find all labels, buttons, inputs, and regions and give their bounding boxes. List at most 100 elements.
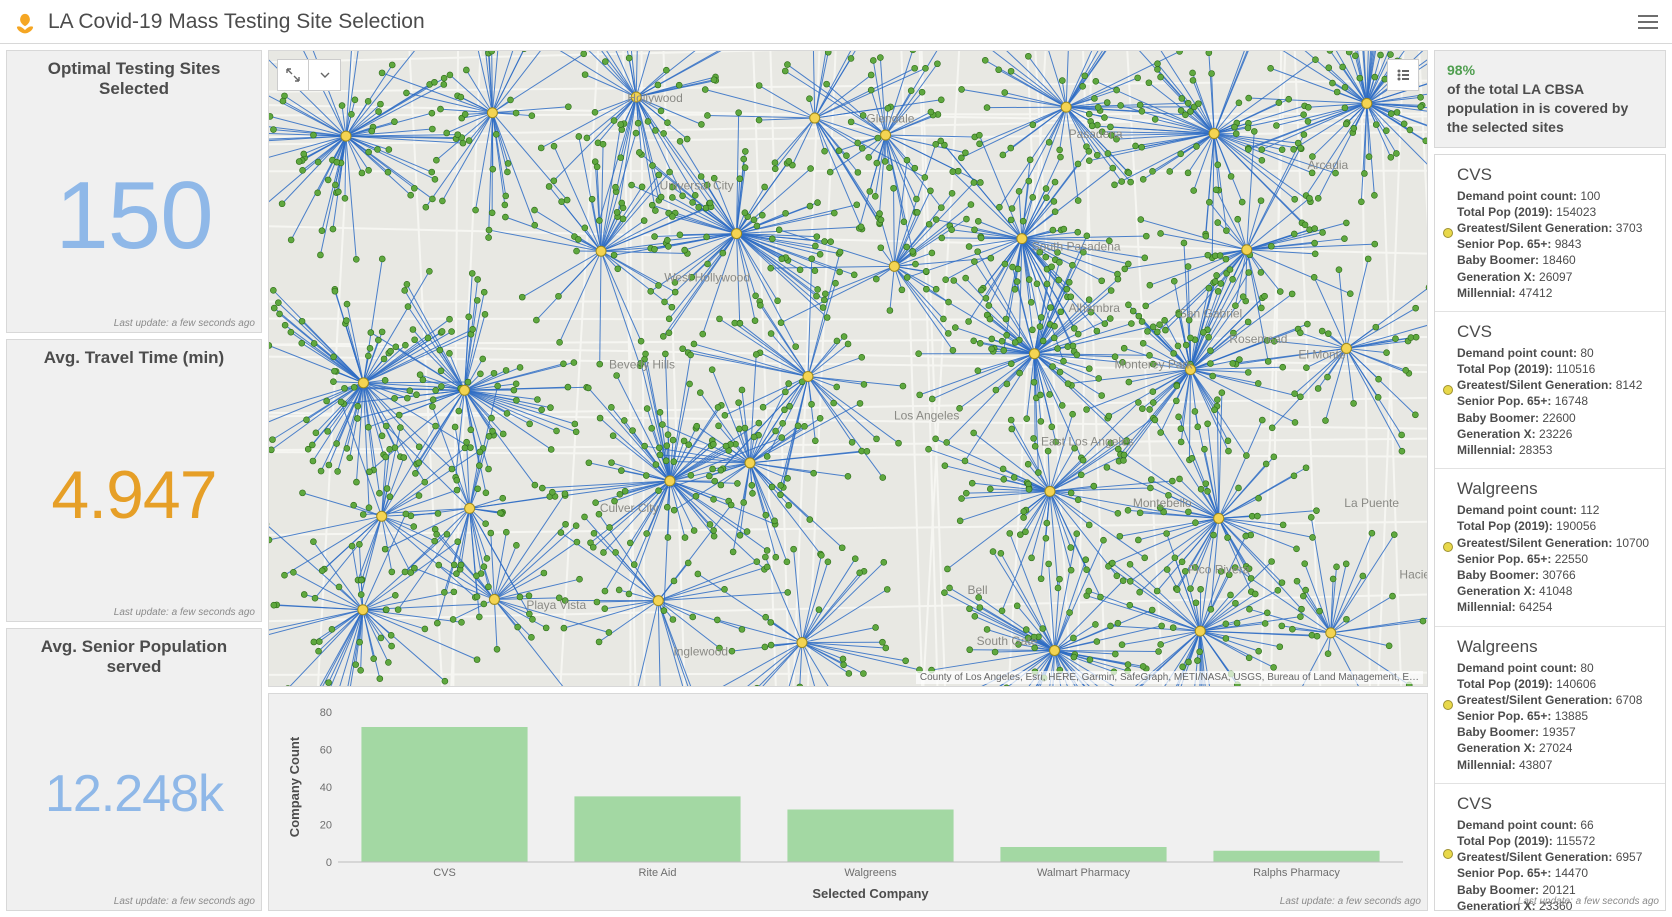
bar-chart[interactable]: 020406080CVSRite AidWalgreensWalmart Pha… xyxy=(283,702,1413,904)
menu-icon[interactable] xyxy=(1636,10,1660,34)
stat-value: 150 xyxy=(55,100,212,332)
svg-text:Beverly Hills: Beverly Hills xyxy=(609,358,675,372)
site-field: Demand point count: 80 xyxy=(1457,660,1653,676)
svg-text:Selected Company: Selected Company xyxy=(812,886,929,901)
site-field: Generation X: 27024 xyxy=(1457,740,1653,756)
map-legend-button[interactable] xyxy=(1387,59,1419,91)
site-field: Greatest/Silent Generation: 6708 xyxy=(1457,692,1653,708)
svg-text:West Hollywood: West Hollywood xyxy=(664,270,750,284)
bar-Walgreens[interactable] xyxy=(787,810,953,863)
site-list-item[interactable]: WalgreensDemand point count: 80Total Pop… xyxy=(1435,627,1665,784)
stat-value: 12.248k xyxy=(45,678,223,910)
site-field: Millennial: 64254 xyxy=(1457,599,1653,615)
site-field: Millennial: 47412 xyxy=(1457,285,1653,301)
dashboard-grid: Optimal Testing Sites Selected 150 Last … xyxy=(0,44,1672,917)
app-logo-icon xyxy=(12,9,38,35)
svg-text:Arcadia: Arcadia xyxy=(1308,158,1349,172)
site-field: Generation X: 41048 xyxy=(1457,583,1653,599)
site-field: Greatest/Silent Generation: 3703 xyxy=(1457,220,1653,236)
stat-value: 4.947 xyxy=(51,368,216,621)
site-list-item[interactable]: CVSDemand point count: 100Total Pop (201… xyxy=(1435,155,1665,312)
svg-text:Ralphs Pharmacy: Ralphs Pharmacy xyxy=(1253,867,1340,879)
svg-text:0: 0 xyxy=(326,857,332,869)
stat-updated: Last update: a few seconds ago xyxy=(114,896,255,907)
site-field: Senior Pop. 65+: 22550 xyxy=(1457,551,1653,567)
map-panel[interactable]: HollywoodGlendalePasadenaArcadiaBeverly … xyxy=(268,50,1428,687)
stat-travel-time: Avg. Travel Time (min) 4.947 Last update… xyxy=(6,339,262,622)
map-canvas[interactable]: HollywoodGlendalePasadenaArcadiaBeverly … xyxy=(269,51,1427,686)
site-field: Millennial: 28353 xyxy=(1457,442,1653,458)
svg-text:Universal City: Universal City xyxy=(660,178,734,192)
chart-updated: Last update: a few seconds ago xyxy=(1280,896,1421,907)
site-list-panel: CVSDemand point count: 100Total Pop (201… xyxy=(1434,154,1666,911)
bar-CVS[interactable] xyxy=(361,727,527,862)
site-list-item[interactable]: WalgreensDemand point count: 112Total Po… xyxy=(1435,469,1665,626)
site-field: Baby Boomer: 30766 xyxy=(1457,567,1653,583)
left-column: Optimal Testing Sites Selected 150 Last … xyxy=(6,50,262,911)
site-field: Senior Pop. 65+: 9843 xyxy=(1457,236,1653,252)
site-field: Total Pop (2019): 115572 xyxy=(1457,833,1653,849)
svg-text:Playa Vista: Playa Vista xyxy=(526,598,586,612)
coverage-panel: 98% of the total LA CBSA population in i… xyxy=(1434,50,1666,148)
svg-text:20: 20 xyxy=(320,820,332,832)
svg-text:Hollywood: Hollywood xyxy=(627,91,682,105)
app-header: LA Covid-19 Mass Testing Site Selection xyxy=(0,0,1672,44)
svg-text:Montebello: Montebello xyxy=(1133,496,1192,510)
list-updated: Last update: a few seconds ago xyxy=(1518,896,1659,907)
site-field: Generation X: 23226 xyxy=(1457,426,1653,442)
svg-text:Glendale: Glendale xyxy=(866,112,914,126)
stat-title: Avg. Travel Time (min) xyxy=(34,340,234,368)
site-field: Millennial: 43807 xyxy=(1457,757,1653,773)
svg-text:East Los Angeles: East Los Angeles xyxy=(1041,434,1134,448)
site-field: Senior Pop. 65+: 13885 xyxy=(1457,708,1653,724)
site-field: Total Pop (2019): 110516 xyxy=(1457,361,1653,377)
svg-text:60: 60 xyxy=(320,745,332,757)
site-list-item[interactable]: CVS Demand point count: 80Total Pop (2019… xyxy=(1435,312,1665,469)
svg-text:Culver City: Culver City xyxy=(600,501,659,515)
site-name: CVS xyxy=(1457,165,1653,185)
svg-text:Los Angeles: Los Angeles xyxy=(894,409,959,423)
site-field: Demand point count: 66 xyxy=(1457,817,1653,833)
site-field: Demand point count: 80 xyxy=(1457,345,1653,361)
map-dropdown-button[interactable] xyxy=(309,59,341,91)
svg-text:San Gabriel: San Gabriel xyxy=(1179,306,1242,320)
site-name: CVS xyxy=(1457,794,1653,814)
map-attribution: County of Los Angeles, Esri, HERE, Garmi… xyxy=(916,671,1423,684)
site-field: Senior Pop. 65+: 16748 xyxy=(1457,393,1653,409)
svg-text:Company Count: Company Count xyxy=(287,736,302,837)
svg-text:Alhambra: Alhambra xyxy=(1069,301,1121,315)
site-list-item[interactable]: CVS Demand point count: 66Total Pop (2019… xyxy=(1435,784,1665,910)
site-field: Greatest/Silent Generation: 8142 xyxy=(1457,377,1653,393)
svg-text:South Gate: South Gate xyxy=(977,634,1038,648)
chart-panel: 020406080CVSRite AidWalgreensWalmart Pha… xyxy=(268,693,1428,911)
site-field: Generation X: 26097 xyxy=(1457,269,1653,285)
svg-text:Rosemead: Rosemead xyxy=(1229,332,1287,346)
svg-text:CVS: CVS xyxy=(433,867,456,879)
site-list-scroll[interactable]: CVSDemand point count: 100Total Pop (201… xyxy=(1435,155,1665,910)
bar-Ralphs Pharmacy[interactable] xyxy=(1213,851,1379,862)
stat-title: Avg. Senior Population served xyxy=(7,629,261,678)
map-controls xyxy=(277,59,341,91)
right-column: 98% of the total LA CBSA population in i… xyxy=(1434,50,1666,911)
coverage-text: of the total LA CBSA population in is co… xyxy=(1447,80,1653,137)
svg-text:Walgreens: Walgreens xyxy=(844,867,897,879)
bar-Walmart Pharmacy[interactable] xyxy=(1000,847,1166,862)
svg-text:El Monte: El Monte xyxy=(1298,347,1346,361)
svg-text:Inglewood: Inglewood xyxy=(673,644,728,658)
site-name: CVS xyxy=(1457,322,1653,342)
svg-text:La Puente: La Puente xyxy=(1344,496,1399,510)
svg-text:80: 80 xyxy=(320,707,332,719)
map-expand-button[interactable] xyxy=(277,59,309,91)
svg-text:Rite Aid: Rite Aid xyxy=(639,867,677,879)
header-left: LA Covid-19 Mass Testing Site Selection xyxy=(12,9,425,35)
site-field: Greatest/Silent Generation: 6957 xyxy=(1457,849,1653,865)
site-name: Walgreens xyxy=(1457,637,1653,657)
center-column: HollywoodGlendalePasadenaArcadiaBeverly … xyxy=(268,50,1428,911)
site-field: Greatest/Silent Generation: 10700 xyxy=(1457,535,1653,551)
bar-Rite Aid[interactable] xyxy=(574,796,740,862)
stat-optimal-sites: Optimal Testing Sites Selected 150 Last … xyxy=(6,50,262,333)
svg-text:Monterey Park: Monterey Park xyxy=(1115,358,1194,372)
site-field: Baby Boomer: 22600 xyxy=(1457,410,1653,426)
svg-text:Hacienda Heights: Hacienda Heights xyxy=(1399,567,1427,581)
site-field: Baby Boomer: 19357 xyxy=(1457,724,1653,740)
